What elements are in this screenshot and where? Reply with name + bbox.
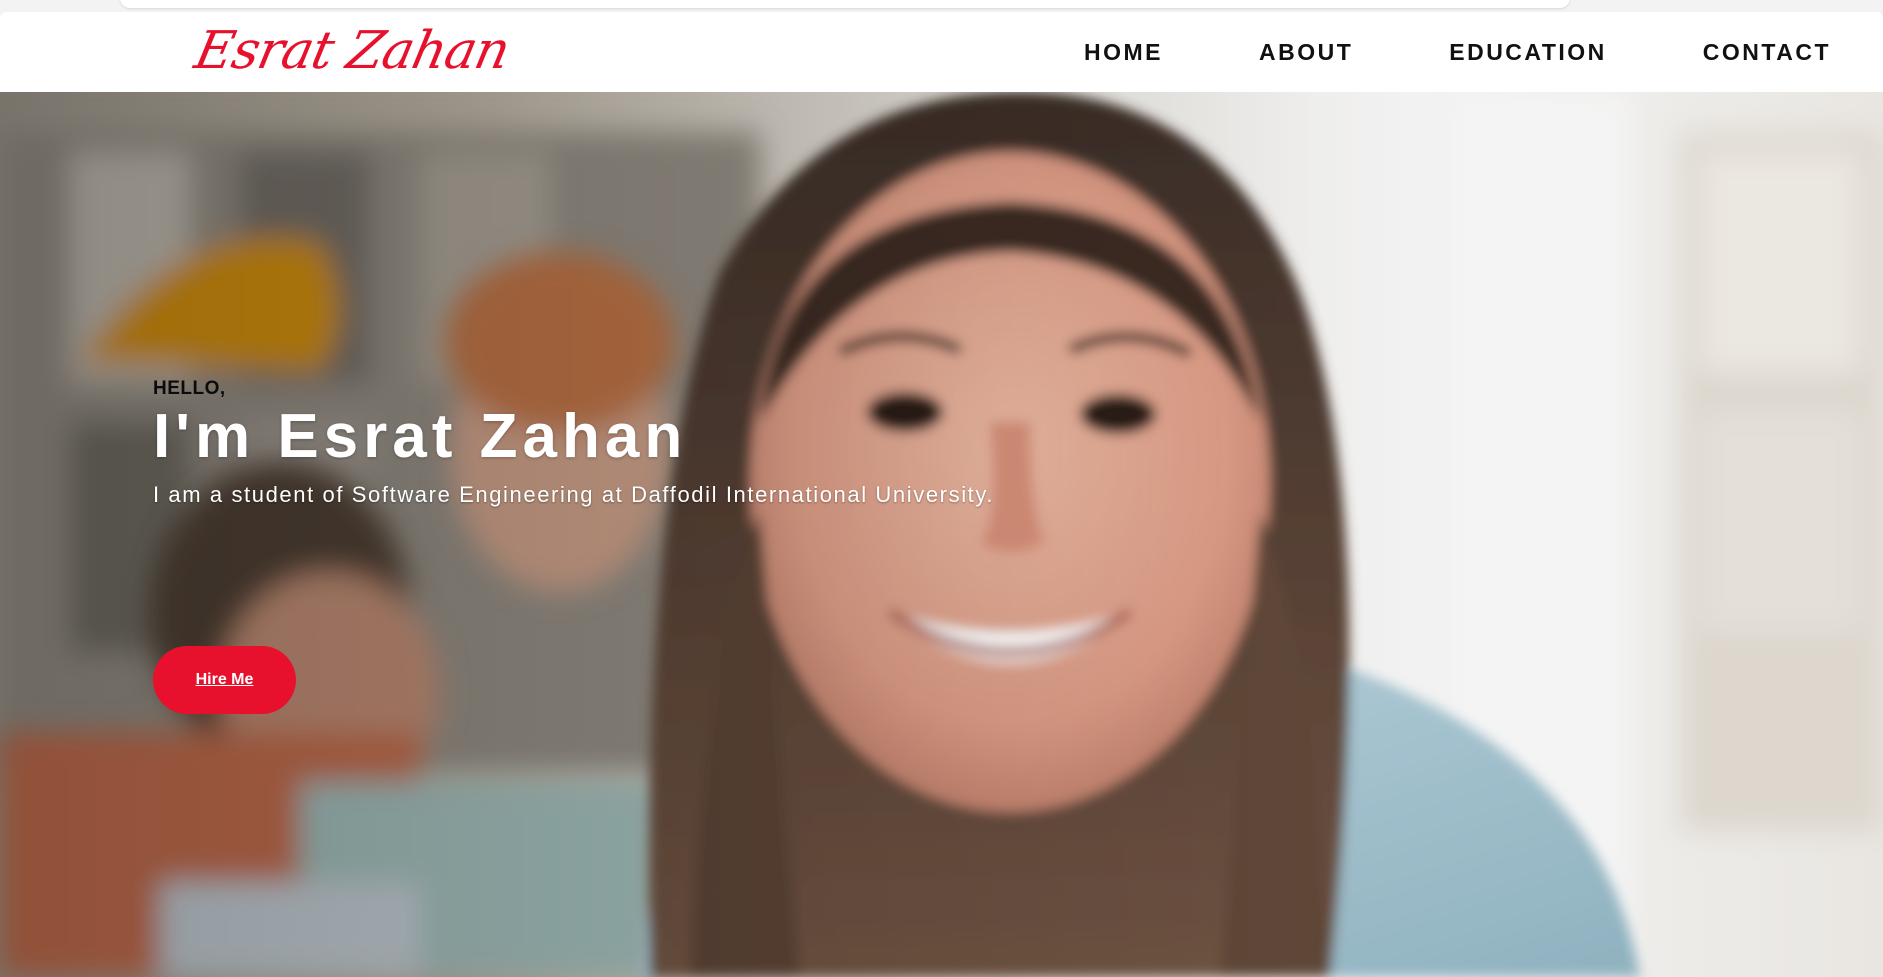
browser-top-strip	[0, 0, 1883, 12]
hero-overlay	[0, 92, 1883, 977]
site-header: Esrat Zahan HOME ABOUT EDUCATION CONTACT	[0, 12, 1883, 92]
nav-link-education[interactable]: EDUCATION	[1449, 39, 1607, 66]
nav-link-contact[interactable]: CONTACT	[1703, 39, 1831, 66]
site-logo[interactable]: Esrat Zahan	[189, 18, 515, 84]
hero-content: HELLO, I'm Esrat Zahan I am a student of…	[153, 378, 1253, 714]
main-nav: HOME ABOUT EDUCATION CONTACT	[1084, 12, 1831, 92]
hero-title: I'm Esrat Zahan	[153, 402, 688, 471]
hero-section: HELLO, I'm Esrat Zahan I am a student of…	[0, 92, 1883, 977]
nav-link-about[interactable]: ABOUT	[1259, 39, 1353, 66]
hero-greeting: HELLO,	[153, 378, 226, 399]
nav-link-home[interactable]: HOME	[1084, 39, 1163, 66]
address-bar-edge	[120, 0, 1570, 8]
hire-me-button[interactable]: Hire Me	[153, 646, 296, 714]
hero-subtitle: I am a student of Software Engineering a…	[153, 482, 995, 507]
